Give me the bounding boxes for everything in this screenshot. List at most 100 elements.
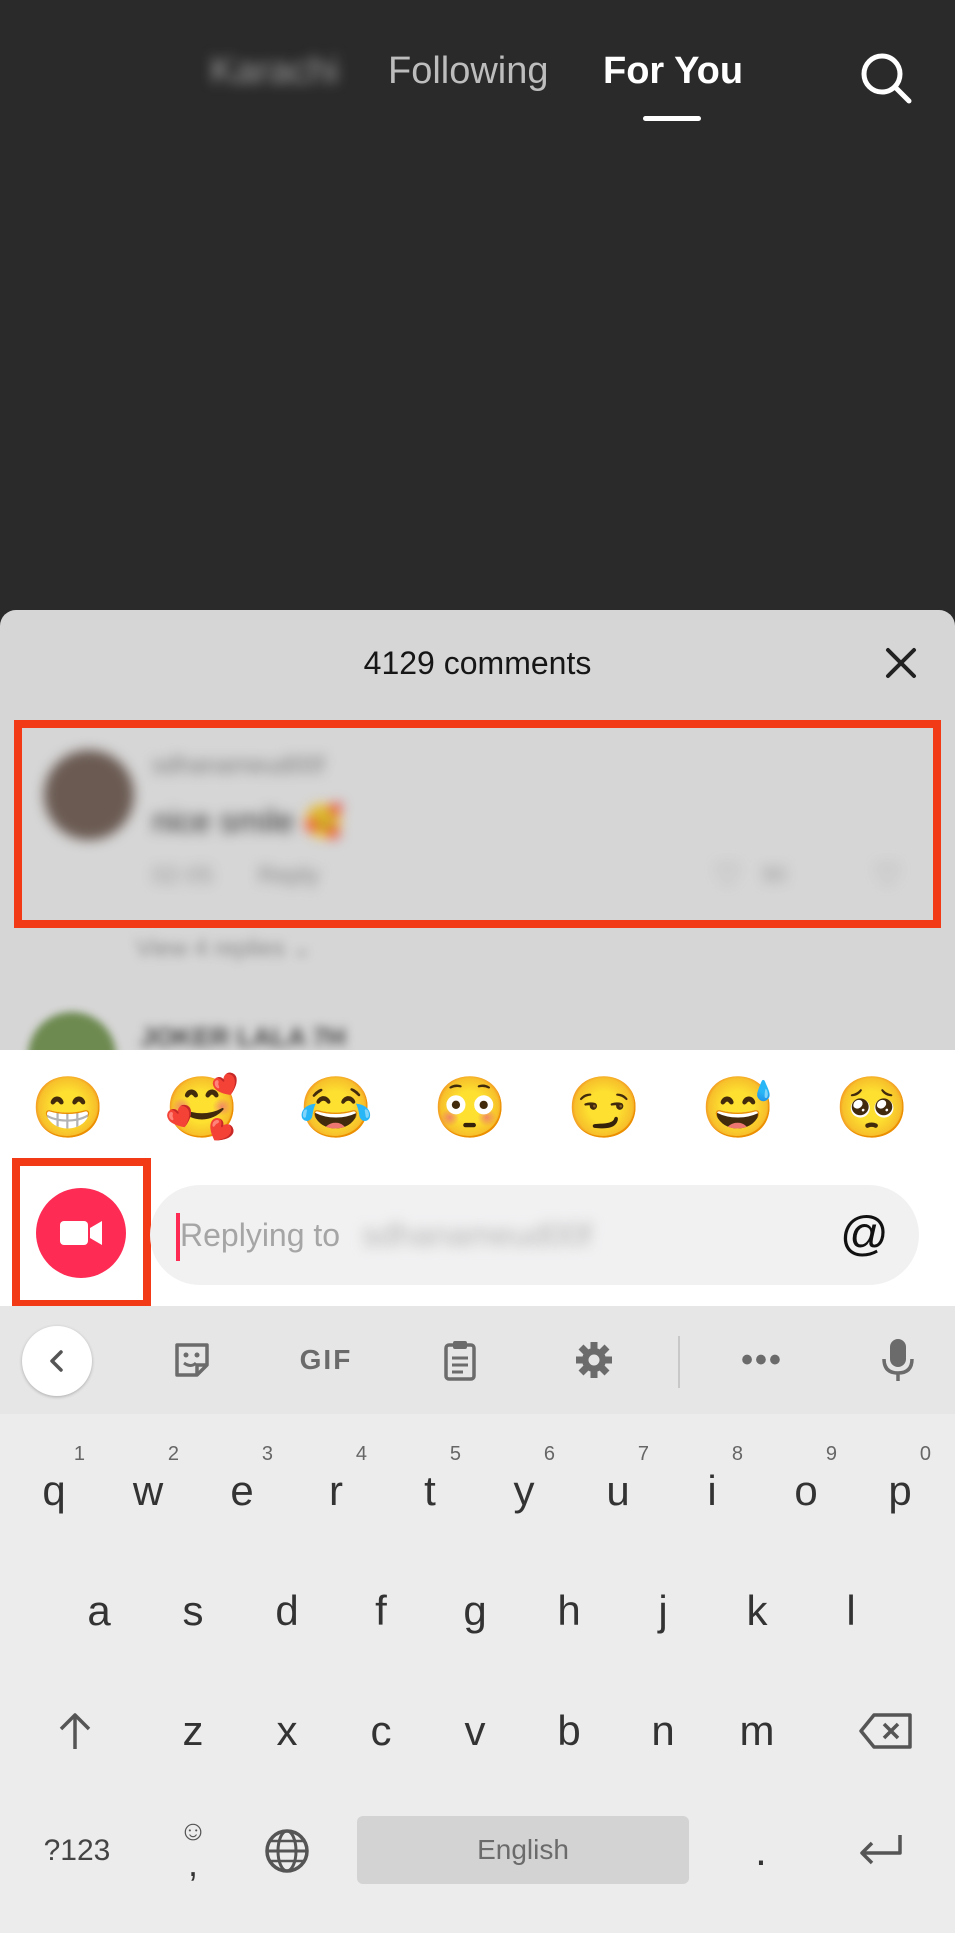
mention-button[interactable]: @ xyxy=(840,1205,889,1265)
emoji-pleading[interactable]: 🥺 xyxy=(832,1068,912,1148)
video-reply-button[interactable] xyxy=(36,1188,126,1278)
emoji-grin[interactable]: 😁 xyxy=(28,1068,108,1148)
input-placeholder-username: sdhanameud00f xyxy=(362,1217,592,1253)
more-button[interactable]: ••• xyxy=(730,1328,794,1392)
key-hint: 5 xyxy=(449,1443,461,1465)
search-icon[interactable] xyxy=(856,48,916,108)
keyboard-toolbar: GIF ••• xyxy=(0,1306,955,1414)
comments-count-title: 4129 comments xyxy=(363,645,592,681)
gear-icon[interactable] xyxy=(562,1328,626,1392)
key-label: t xyxy=(424,1467,436,1514)
key-label: q xyxy=(42,1467,66,1514)
key-hint: 4 xyxy=(355,1443,367,1465)
close-icon[interactable] xyxy=(878,640,924,686)
shift-key[interactable] xyxy=(30,1676,120,1786)
backspace-key[interactable] xyxy=(836,1676,936,1786)
key-label: p xyxy=(888,1467,912,1514)
emoji-smirk[interactable]: 😏 xyxy=(564,1068,644,1148)
heart-icon[interactable]: ♡ xyxy=(714,858,741,893)
key-label: r xyxy=(329,1467,343,1514)
reply-button[interactable]: Reply xyxy=(258,862,319,890)
top-navigation: Karachi Following For You xyxy=(0,0,955,140)
key-i[interactable]: i8 xyxy=(667,1436,757,1546)
key-hint: 2 xyxy=(167,1443,179,1465)
view-replies-link[interactable]: View 4 replies ⌄ xyxy=(136,934,312,963)
microphone-icon[interactable] xyxy=(866,1328,930,1392)
comma-label: , xyxy=(187,1843,198,1884)
video-camera-icon xyxy=(60,1221,102,1245)
more-dots-icon: ••• xyxy=(741,1340,783,1379)
dislike-icon[interactable]: ♡ xyxy=(874,858,901,893)
key-g[interactable]: g xyxy=(430,1556,520,1666)
tab-location[interactable]: Karachi xyxy=(210,50,339,93)
input-placeholder: Replying to xyxy=(180,1217,341,1253)
comment-composer: 😁 🥰 😂 😳 😏 😅 🥺 Replying to sdhanameud00f … xyxy=(0,1050,955,1308)
gif-button[interactable]: GIF xyxy=(294,1328,358,1392)
tab-for-you[interactable]: For You xyxy=(603,50,743,93)
key-r[interactable]: r4 xyxy=(291,1436,381,1546)
key-hint: 1 xyxy=(73,1443,85,1465)
key-c[interactable]: c xyxy=(336,1676,426,1786)
toolbar-divider xyxy=(678,1336,680,1388)
key-x[interactable]: x xyxy=(242,1676,332,1786)
like-count: 90 xyxy=(762,862,787,887)
key-k[interactable]: k xyxy=(712,1556,802,1666)
key-y[interactable]: y6 xyxy=(479,1436,569,1546)
comment-input[interactable]: Replying to sdhanameud00f @ xyxy=(150,1185,919,1285)
smiley-icon: ☺ xyxy=(178,1815,208,1846)
enter-key[interactable] xyxy=(830,1796,930,1906)
emoji-smiling-hearts[interactable]: 🥰 xyxy=(162,1068,242,1148)
key-o[interactable]: o9 xyxy=(761,1436,851,1546)
key-label: w xyxy=(132,1467,164,1514)
key-n[interactable]: n xyxy=(618,1676,708,1786)
key-hint: 9 xyxy=(825,1443,837,1465)
key-j[interactable]: j xyxy=(618,1556,708,1666)
key-s[interactable]: s xyxy=(148,1556,238,1666)
active-tab-indicator xyxy=(643,116,701,121)
key-label: u xyxy=(606,1467,630,1514)
key-p[interactable]: p0 xyxy=(855,1436,945,1546)
emoji-flushed[interactable]: 😳 xyxy=(430,1068,510,1148)
avatar[interactable] xyxy=(44,750,134,840)
highlighted-comment[interactable]: sdhanameud00f nice smile 🥰 02-05 Reply ♡… xyxy=(14,720,941,928)
key-m[interactable]: m xyxy=(712,1676,802,1786)
key-v[interactable]: v xyxy=(430,1676,520,1786)
key-u[interactable]: u7 xyxy=(573,1436,663,1546)
soft-keyboard: GIF ••• q1 w2 e3 r4 t5 y6 u7 i8 o9 p0 a … xyxy=(0,1306,955,1933)
key-hint: 3 xyxy=(261,1443,273,1465)
key-l[interactable]: l xyxy=(806,1556,896,1666)
key-e[interactable]: e3 xyxy=(197,1436,287,1546)
clipboard-icon[interactable] xyxy=(428,1328,492,1392)
comment-username[interactable]: JOKER LALA 7H xyxy=(140,1022,346,1053)
key-a[interactable]: a xyxy=(54,1556,144,1666)
gif-label: GIF xyxy=(299,1344,353,1375)
key-w[interactable]: w2 xyxy=(103,1436,193,1546)
space-bar[interactable]: English xyxy=(357,1816,689,1884)
comment-text: nice smile 🥰 xyxy=(152,803,343,839)
chevron-left-icon[interactable] xyxy=(22,1326,92,1396)
key-hint: 8 xyxy=(731,1443,743,1465)
comment-time: 02-05 xyxy=(152,862,214,889)
key-q[interactable]: q1 xyxy=(9,1436,99,1546)
key-d[interactable]: d xyxy=(242,1556,332,1666)
key-t[interactable]: t5 xyxy=(385,1436,475,1546)
emoji-comma-key[interactable]: ☺ , xyxy=(148,1796,238,1906)
globe-icon[interactable] xyxy=(242,1796,332,1906)
key-h[interactable]: h xyxy=(524,1556,614,1666)
key-label: e xyxy=(230,1467,254,1514)
key-z[interactable]: z xyxy=(148,1676,238,1786)
key-hint: 6 xyxy=(543,1443,555,1465)
comment-username[interactable]: sdhanameud00f xyxy=(152,752,324,780)
key-label: i xyxy=(707,1467,717,1514)
symbols-key[interactable]: ?123 xyxy=(22,1796,132,1906)
emoji-sweat-smile[interactable]: 😅 xyxy=(698,1068,778,1148)
key-hint: 0 xyxy=(919,1443,931,1465)
sticker-icon[interactable] xyxy=(160,1328,224,1392)
key-b[interactable]: b xyxy=(524,1676,614,1786)
key-hint: 7 xyxy=(637,1443,649,1465)
quick-emoji-row: 😁 🥰 😂 😳 😏 😅 🥺 xyxy=(0,1068,955,1148)
key-f[interactable]: f xyxy=(336,1556,426,1666)
tab-following[interactable]: Following xyxy=(388,50,549,93)
emoji-joy[interactable]: 😂 xyxy=(296,1068,376,1148)
period-key[interactable]: . xyxy=(716,1796,806,1906)
